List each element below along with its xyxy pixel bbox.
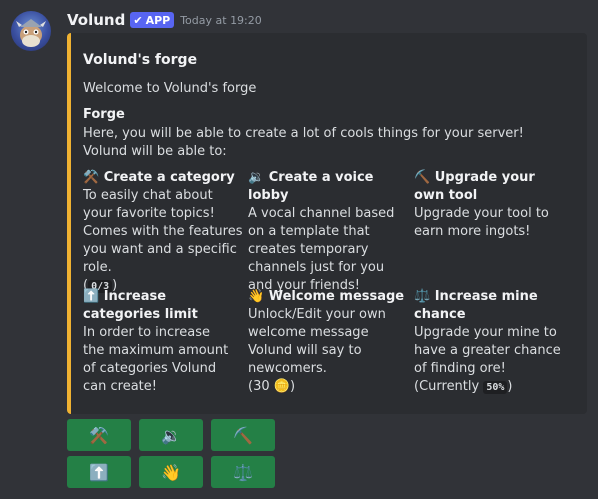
field-name-text: Create a voice lobby <box>248 170 374 203</box>
field-name-text: Upgrade your own tool <box>414 170 535 203</box>
app-badge: ✔ APP <box>130 12 175 28</box>
button-row-2: ⬆️ 👋 ⚖️ <box>67 456 275 488</box>
field-name: ⛏️ Upgrade your own tool <box>414 169 564 205</box>
embed-title: Volund's forge <box>83 52 198 68</box>
field-name: ⚖️ Increase mine chance <box>414 288 569 324</box>
field-name-text: Welcome message <box>268 289 405 304</box>
mine-chance-value: 50% <box>483 381 508 394</box>
field-value: In order to increase the maximum amount … <box>83 325 229 394</box>
avatar[interactable] <box>11 11 51 51</box>
scales-icon: ⚖️ <box>233 462 253 482</box>
field-value: Upgrade your tool to earn more ingots! <box>414 206 549 239</box>
ingot-icon: 🪙 <box>273 379 290 394</box>
hammer-pick-icon: ⚒️ <box>89 425 109 445</box>
field-value: Unlock/Edit your own welcome message Vol… <box>248 306 408 396</box>
app-badge-label: APP <box>145 13 171 27</box>
verified-check-icon: ✔ <box>133 13 143 27</box>
section-title: Forge <box>83 107 125 122</box>
welcome-message-button[interactable]: 👋 <box>139 456 203 488</box>
pickaxe-icon: ⛏️ <box>414 170 431 185</box>
increase-categories-button[interactable]: ⬆️ <box>67 456 131 488</box>
field-value: A vocal channel based on a template that… <box>248 206 395 293</box>
field-name-text: Create a category <box>103 170 235 185</box>
field-increase-categories: ⬆️ Increase categories limit In order to… <box>83 288 233 396</box>
chance-suffix: ) <box>507 379 513 394</box>
embed: Volund's forge Welcome to Volund's forge… <box>67 33 587 414</box>
field-name: 👋 Welcome message <box>248 288 408 306</box>
chance-prefix: (Currently <box>414 379 484 394</box>
username[interactable]: Volund <box>67 11 125 29</box>
field-name-text: Increase mine chance <box>414 289 538 322</box>
message-header: Volund ✔ APP Today at 19:20 <box>67 10 262 30</box>
speaker-icon: 🔉 <box>248 170 265 185</box>
embed-description: Welcome to Volund's forge <box>83 81 257 96</box>
create-voice-lobby-button[interactable]: 🔉 <box>139 419 203 451</box>
field-value: Upgrade your mine to have a greater chan… <box>414 324 569 397</box>
timestamp[interactable]: Today at 19:20 <box>180 14 262 27</box>
field-value-text: Upgrade your mine to have a greater chan… <box>414 325 561 376</box>
create-category-button[interactable]: ⚒️ <box>67 419 131 451</box>
field-value-text: Unlock/Edit your own welcome message Vol… <box>248 307 386 376</box>
field-upgrade-tool: ⛏️ Upgrade your own tool Upgrade your to… <box>414 169 564 241</box>
hammer-pick-icon: ⚒️ <box>83 170 100 185</box>
mine-chance-button[interactable]: ⚖️ <box>211 456 275 488</box>
field-name: ⬆️ Increase categories limit <box>83 288 233 324</box>
field-value-text: To easily chat about your favorite topic… <box>83 188 243 275</box>
scales-icon: ⚖️ <box>414 289 431 304</box>
section-text: Here, you will be able to create a lot o… <box>83 126 524 159</box>
cost-prefix: (30 <box>248 379 274 394</box>
pickaxe-icon: ⛏️ <box>233 425 253 445</box>
arrow-up-icon: ⬆️ <box>89 462 109 482</box>
field-mine-chance: ⚖️ Increase mine chance Upgrade your min… <box>414 288 569 397</box>
waving-hand-icon: 👋 <box>161 462 181 482</box>
field-name: ⚒️ Create a category <box>83 169 243 187</box>
field-voice-lobby: 🔉 Create a voice lobby A vocal channel b… <box>248 169 408 295</box>
field-value: To easily chat about your favorite topic… <box>83 188 243 293</box>
bot-avatar-icon <box>16 19 46 47</box>
arrow-up-icon: ⬆️ <box>83 289 100 304</box>
waving-hand-icon: 👋 <box>248 289 265 304</box>
field-welcome-message: 👋 Welcome message Unlock/Edit your own w… <box>248 288 408 396</box>
field-name-text: Increase categories limit <box>83 289 198 322</box>
field-create-category: ⚒️ Create a category To easily chat abou… <box>83 169 243 296</box>
field-name: 🔉 Create a voice lobby <box>248 169 408 205</box>
button-row-1: ⚒️ 🔉 ⛏️ <box>67 419 275 451</box>
cost-suffix: ) <box>289 379 296 394</box>
speaker-icon: 🔉 <box>161 425 181 445</box>
upgrade-tool-button[interactable]: ⛏️ <box>211 419 275 451</box>
